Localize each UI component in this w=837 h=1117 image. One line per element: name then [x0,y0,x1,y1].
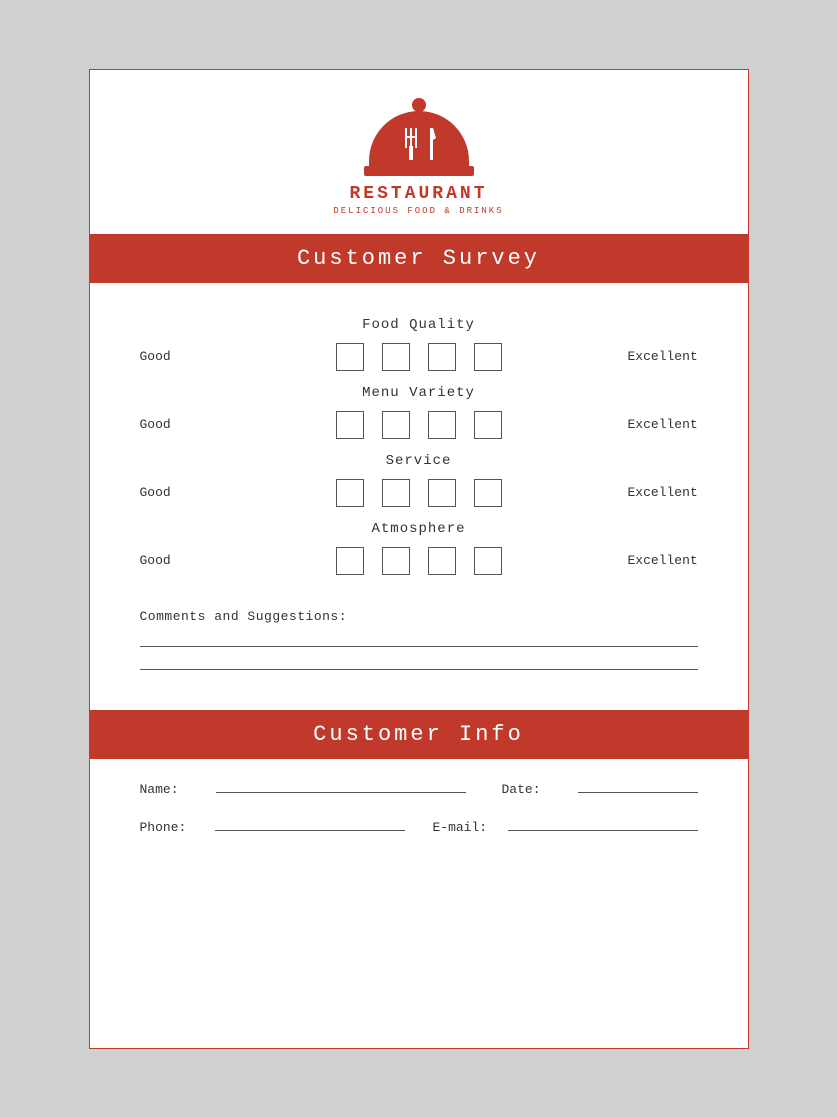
survey-form: RESTAURANT DELICIOUS FOOD & DRINKS Custo… [89,69,749,1049]
atmosphere-cb4[interactable] [474,547,502,575]
phone-email-row: Phone: E-mail: [140,815,698,835]
service-checkboxes [210,479,628,507]
menu-variety-excellent-label: Excellent [628,417,698,432]
name-field[interactable] [216,777,466,793]
menu-variety-cb3[interactable] [428,411,456,439]
comments-section: Comments and Suggestions: [90,599,748,710]
service-cb4[interactable] [474,479,502,507]
atmosphere-good-label: Good [140,553,210,568]
food-quality-cb2[interactable] [382,343,410,371]
food-quality-row: Good Excellent [140,343,698,371]
logo-section: RESTAURANT DELICIOUS FOOD & DRINKS [90,70,748,234]
menu-variety-label: Menu Variety [140,385,698,401]
phone-field[interactable] [215,815,404,831]
food-quality-good-label: Good [140,349,210,364]
cutlery-icons [402,128,436,160]
service-cb1[interactable] [336,479,364,507]
phone-label: Phone: [140,820,210,835]
menu-variety-cb2[interactable] [382,411,410,439]
menu-variety-checkboxes [210,411,628,439]
menu-variety-row: Good Excellent [140,411,698,439]
date-field[interactable] [578,777,698,793]
customer-info-banner: Customer Info [90,710,748,759]
atmosphere-label: Atmosphere [140,521,698,537]
name-label: Name: [140,782,210,797]
food-quality-excellent-label: Excellent [628,349,698,364]
menu-variety-cb1[interactable] [336,411,364,439]
cloche-base [364,166,474,176]
customer-info-section: Name: Date: Phone: E-mail: [90,759,748,869]
survey-content: Food Quality Good Excellent Menu Variety… [90,283,748,599]
date-label: Date: [502,782,572,797]
food-quality-cb3[interactable] [428,343,456,371]
comments-label: Comments and Suggestions: [140,609,698,624]
fork-icon [402,128,420,160]
atmosphere-excellent-label: Excellent [628,553,698,568]
service-label: Service [140,453,698,469]
restaurant-tagline: DELICIOUS FOOD & DRINKS [333,206,503,216]
comment-line-2 [140,669,698,670]
food-quality-label: Food Quality [140,317,698,333]
comment-line-1 [140,646,698,647]
email-field[interactable] [508,815,697,831]
service-good-label: Good [140,485,210,500]
food-quality-checkboxes [210,343,628,371]
service-cb3[interactable] [428,479,456,507]
service-cb2[interactable] [382,479,410,507]
atmosphere-row: Good Excellent [140,547,698,575]
name-date-row: Name: Date: [140,777,698,797]
food-quality-cb1[interactable] [336,343,364,371]
service-row: Good Excellent [140,479,698,507]
menu-variety-good-label: Good [140,417,210,432]
service-excellent-label: Excellent [628,485,698,500]
food-quality-cb4[interactable] [474,343,502,371]
email-label: E-mail: [432,820,502,835]
knife-icon [426,128,436,160]
atmosphere-cb2[interactable] [382,547,410,575]
restaurant-name: RESTAURANT [349,184,487,204]
cloche-handle [412,98,426,112]
atmosphere-checkboxes [210,547,628,575]
atmosphere-cb3[interactable] [428,547,456,575]
menu-variety-cb4[interactable] [474,411,502,439]
restaurant-logo-icon [364,98,474,178]
survey-banner: Customer Survey [90,234,748,283]
atmosphere-cb1[interactable] [336,547,364,575]
